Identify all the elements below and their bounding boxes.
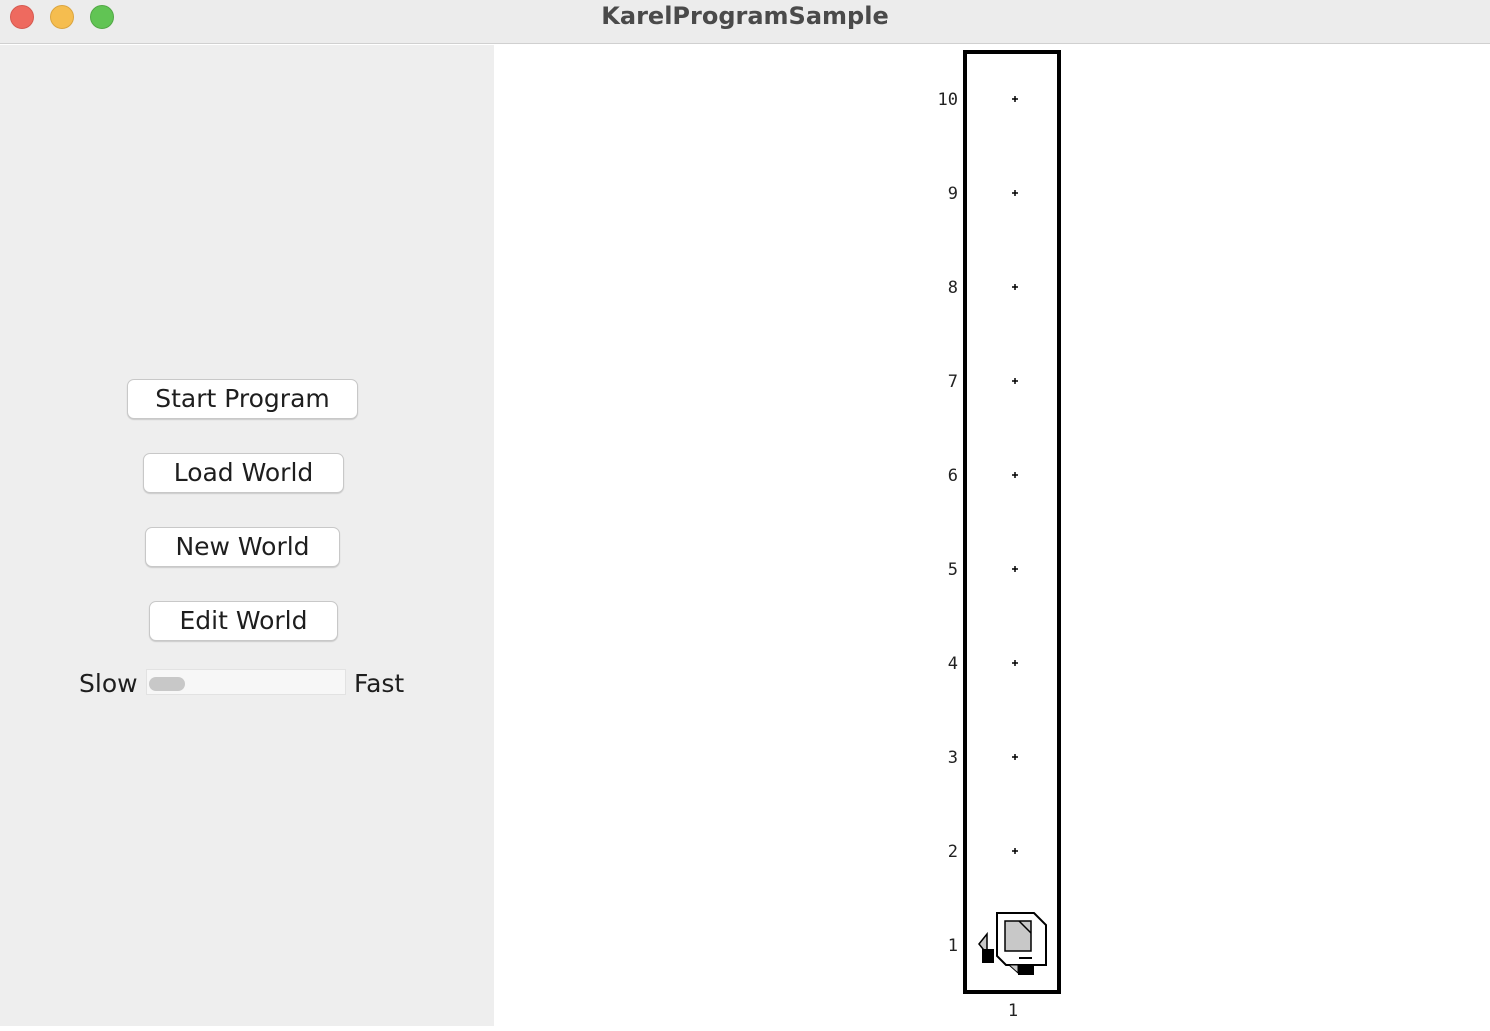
column-label: 1 xyxy=(1008,1001,1018,1021)
window-title: KarelProgramSample xyxy=(601,2,889,30)
row-label: 9 xyxy=(948,184,958,204)
title-bar: KarelProgramSample xyxy=(0,0,1490,44)
row-label: 2 xyxy=(948,842,958,862)
row-label: 6 xyxy=(948,466,958,486)
speed-slider-thumb[interactable] xyxy=(149,677,185,691)
control-panel: Start Program Load World New World Edit … xyxy=(0,45,494,1026)
row-label: 8 xyxy=(948,278,958,298)
start-program-button[interactable]: Start Program xyxy=(127,379,358,419)
fast-label: Fast xyxy=(354,669,405,698)
world-canvas: 10 9 8 7 6 5 4 3 2 1 1 xyxy=(494,45,1490,1026)
row-label: 3 xyxy=(948,748,958,768)
column-labels: 1 xyxy=(1008,1001,1018,1021)
slow-label: Slow xyxy=(79,669,138,698)
karel-robot-icon xyxy=(978,912,1047,975)
row-label: 5 xyxy=(948,560,958,580)
row-label: 1 xyxy=(948,936,958,956)
world-grid: 10 9 8 7 6 5 4 3 2 1 1 xyxy=(938,50,1061,1021)
speed-slider[interactable] xyxy=(146,669,346,695)
row-labels: 10 9 8 7 6 5 4 3 2 1 xyxy=(938,90,958,956)
row-label: 4 xyxy=(948,654,958,674)
new-world-button[interactable]: New World xyxy=(145,527,340,567)
edit-world-button[interactable]: Edit World xyxy=(149,601,338,641)
load-world-button[interactable]: Load World xyxy=(143,453,344,493)
row-label: 10 xyxy=(938,90,958,110)
corner-dots xyxy=(1012,96,1018,854)
row-label: 7 xyxy=(948,372,958,392)
karel-window: KarelProgramSample Start Program Load Wo… xyxy=(0,0,1490,1026)
